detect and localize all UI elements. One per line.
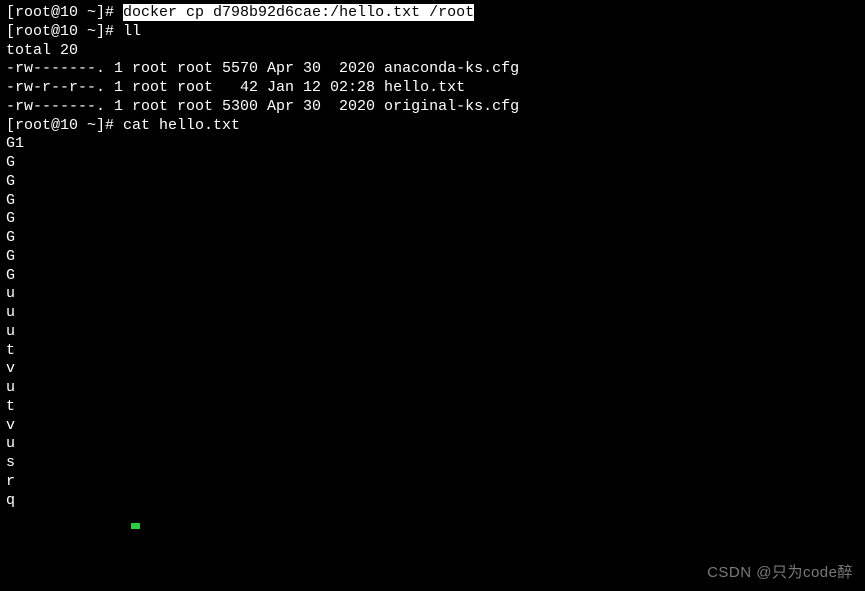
terminal-line: t (6, 342, 859, 361)
terminal-line: G (6, 267, 859, 286)
terminal-line: -rw-r--r--. 1 root root 42 Jan 12 02:28 … (6, 79, 859, 98)
terminal-line: -rw-------. 1 root root 5300 Apr 30 2020… (6, 98, 859, 117)
terminal-line: t (6, 398, 859, 417)
terminal-line: [root@10 ~]# docker cp d798b92d6cae:/hel… (6, 4, 859, 23)
terminal-line: v (6, 417, 859, 436)
shell-command: cat hello.txt (123, 117, 240, 134)
terminal-line: s (6, 454, 859, 473)
terminal-line: r (6, 473, 859, 492)
terminal-line: total 20 (6, 42, 859, 61)
terminal-line: G (6, 210, 859, 229)
terminal-line: [root@10 ~]# cat hello.txt (6, 117, 859, 136)
terminal-line: G (6, 173, 859, 192)
shell-prompt: [root@10 ~]# (6, 117, 123, 134)
terminal-line: u (6, 435, 859, 454)
terminal-line: u (6, 304, 859, 323)
terminal-line: G (6, 192, 859, 211)
terminal-line: G (6, 154, 859, 173)
terminal-line: G1 (6, 135, 859, 154)
terminal-line: u (6, 323, 859, 342)
shell-command: ll (123, 23, 141, 40)
terminal-line: -rw-------. 1 root root 5570 Apr 30 2020… (6, 60, 859, 79)
terminal-line: G (6, 229, 859, 248)
terminal-output[interactable]: [root@10 ~]# docker cp d798b92d6cae:/hel… (6, 4, 859, 510)
shell-prompt: [root@10 ~]# (6, 23, 123, 40)
terminal-line: q (6, 492, 859, 511)
terminal-line: [root@10 ~]# ll (6, 23, 859, 42)
shell-command: docker cp d798b92d6cae:/hello.txt /root (123, 4, 474, 21)
terminal-line: G (6, 248, 859, 267)
terminal-line: u (6, 379, 859, 398)
terminal-line: u (6, 285, 859, 304)
shell-prompt: [root@10 ~]# (6, 4, 123, 21)
watermark-text: CSDN @只为code醉 (707, 564, 853, 583)
cursor (131, 523, 140, 529)
terminal-line: v (6, 360, 859, 379)
